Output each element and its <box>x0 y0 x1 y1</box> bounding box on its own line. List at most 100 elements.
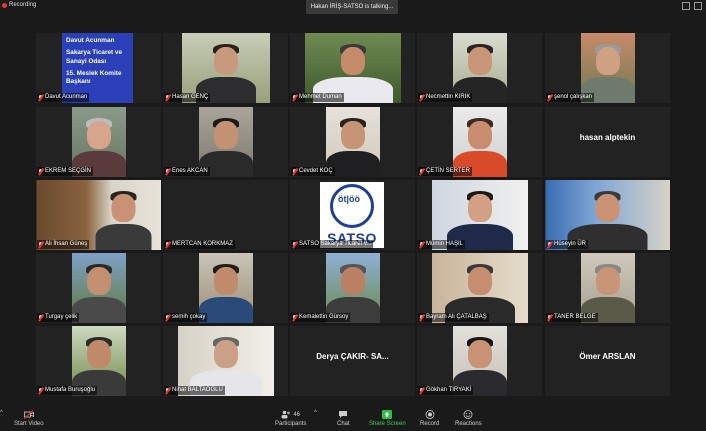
participant-name-tag: TANER BELGE <box>546 313 598 322</box>
share-screen-icon <box>382 410 393 419</box>
participant-name: Cevdet KOÇ <box>299 168 333 174</box>
chat-button[interactable]: Chat <box>337 410 350 427</box>
muted-mic-icon <box>419 94 424 101</box>
video-tile[interactable]: Mehmet Duman <box>290 33 415 103</box>
start-video-label: Start Video <box>14 421 44 427</box>
video-tile[interactable]: Ali İhsan Güneş <box>36 180 161 250</box>
participant-name-tag: Mümin HAŞIL <box>418 240 466 249</box>
recording-indicator[interactable]: Recording <box>2 2 36 8</box>
reactions-button[interactable]: Reactions <box>455 410 482 427</box>
muted-mic-icon <box>419 314 424 321</box>
satso-logo: öt|öö SATSO <box>320 182 384 248</box>
video-tile[interactable]: Kemalettin Gürsoy <box>290 253 415 323</box>
participant-name-tag: semih çokay <box>164 313 208 322</box>
participant-name-tag: EKREM SEÇGİN <box>37 167 94 176</box>
video-tile[interactable]: Hüseyin ÜR <box>545 180 670 250</box>
video-tile[interactable]: Derya ÇAKIR- SA... <box>290 326 415 396</box>
muted-mic-icon <box>165 387 170 394</box>
participant-name-tag: Turgay çelik <box>37 313 80 322</box>
participant-name-tag: Mustafa Buruşoğlu <box>37 386 98 395</box>
video-tile[interactable]: Turgay çelik <box>36 253 161 323</box>
muted-mic-icon <box>292 241 297 248</box>
share-screen-label: Share Screen <box>369 421 406 427</box>
video-tile[interactable]: Davut Acunman Sakarya Ticaret ve Sanayi … <box>36 33 161 103</box>
video-tile[interactable]: Nihat BALTAOĞLU <box>163 326 288 396</box>
participant-name: TANER BELGE <box>554 314 596 320</box>
participant-name: Mustafa Buruşoğlu <box>45 387 96 393</box>
participant-name: ÇETİN SERTER <box>426 168 470 174</box>
participant-name-tag: ÇETİN SERTER <box>418 167 472 176</box>
muted-mic-icon <box>419 387 424 394</box>
video-tile[interactable]: Mümin HAŞIL <box>417 180 542 250</box>
muted-mic-icon <box>165 94 170 101</box>
muted-mic-icon <box>38 168 43 175</box>
participant-name: Bayram Ali ÇATALBAŞ <box>426 314 487 320</box>
participant-name-tag: Necmettin KIRIK <box>418 93 473 102</box>
video-tile[interactable]: TANER BELGE <box>545 253 670 323</box>
participant-name-tag: Mehmet Duman <box>291 93 344 102</box>
chat-icon <box>339 411 348 418</box>
participant-name-tag: şenol çalışkan <box>546 93 595 102</box>
record-button[interactable]: Record <box>420 410 439 427</box>
participant-name: Enes AKCAN <box>172 168 208 174</box>
participant-name: Mümin HAŞIL <box>426 241 464 247</box>
fullscreen-icon[interactable] <box>694 2 702 10</box>
participants-count: 46 <box>293 411 301 418</box>
participant-name-tag: SATSO Sakarya Ticaret v... <box>291 240 374 249</box>
slide-line: 15. Meslek Komite Başkanı <box>66 69 122 86</box>
video-tile[interactable]: hasan alptekin <box>545 107 670 177</box>
video-tile[interactable]: öt|öö SATSO SATSO Sakarya Ticaret v... <box>290 180 415 250</box>
participant-display-name: Ömer ARSLAN <box>579 352 636 361</box>
participant-name-tag: Hasan GENÇ <box>164 93 211 102</box>
active-speaker-banner: Hakan İRİŞ-SATSO is talking... <box>306 0 398 14</box>
meeting-toolbar: Start Video ^ 46 Participants ^ Chat Sha… <box>0 406 706 431</box>
slide-line: Davut Acunman <box>66 37 115 44</box>
muted-mic-icon <box>165 314 170 321</box>
participant-name-tag: Ali İhsan Güneş <box>37 240 90 249</box>
video-tile[interactable]: Gökhan TIRYAKİ <box>417 326 542 396</box>
video-tile[interactable]: şenol çalışkan <box>545 33 670 103</box>
view-toggle-icon[interactable] <box>682 2 690 10</box>
video-tile[interactable]: EKREM SEÇGİN <box>36 107 161 177</box>
participant-name-tag: MERTCAN KORKMAZ <box>164 240 235 249</box>
muted-mic-icon <box>38 241 43 248</box>
muted-mic-icon <box>38 314 43 321</box>
video-tile[interactable]: Necmettin KIRIK <box>417 33 542 103</box>
participants-options-caret[interactable]: ^ <box>314 410 317 416</box>
participant-display-name: hasan alptekin <box>579 133 636 142</box>
participant-name-tag: Nihat BALTAOĞLU <box>164 386 225 395</box>
video-tile[interactable]: Ömer ARSLAN <box>545 326 670 396</box>
muted-mic-icon <box>292 314 297 321</box>
participant-name-tag: Enes AKCAN <box>164 167 210 176</box>
muted-mic-icon <box>419 241 424 248</box>
video-tile[interactable]: Bayram Ali ÇATALBAŞ <box>417 253 542 323</box>
participant-name: Gökhan TIRYAKİ <box>426 387 472 393</box>
participant-name: şenol çalışkan <box>554 94 593 100</box>
video-tile[interactable]: MERTCAN KORKMAZ <box>163 180 288 250</box>
video-tile[interactable]: Enes AKCAN <box>163 107 288 177</box>
muted-mic-icon <box>292 94 297 101</box>
participant-name: Nihat BALTAOĞLU <box>172 387 223 393</box>
participants-icon <box>281 410 291 419</box>
video-tile[interactable]: Mustafa Buruşoğlu <box>36 326 161 396</box>
participant-display-name: Derya ÇAKIR- SA... <box>316 352 389 361</box>
participant-name: Davut Acunman <box>45 94 88 100</box>
video-tile[interactable]: Hasan GENÇ <box>163 33 288 103</box>
video-tile[interactable]: ÇETİN SERTER <box>417 107 542 177</box>
participant-name-tag: Cevdet KOÇ <box>291 167 335 176</box>
video-tile[interactable]: semih çokay <box>163 253 288 323</box>
share-screen-button[interactable]: Share Screen <box>369 410 406 427</box>
participant-name: Hüseyin ÜR <box>554 241 587 247</box>
participants-button[interactable]: 46 Participants <box>275 410 306 427</box>
video-tile[interactable]: Cevdet KOÇ <box>290 107 415 177</box>
recording-label: Recording <box>9 2 37 8</box>
participant-name: EKREM SEÇGİN <box>45 168 92 174</box>
start-video-button[interactable]: Start Video <box>14 410 44 427</box>
muted-mic-icon <box>165 241 170 248</box>
muted-mic-icon <box>547 94 552 101</box>
video-options-caret[interactable]: ^ <box>0 410 3 416</box>
muted-mic-icon <box>547 241 552 248</box>
participant-name: MERTCAN KORKMAZ <box>172 241 233 247</box>
record-label: Record <box>420 421 440 427</box>
muted-mic-icon <box>419 168 424 175</box>
